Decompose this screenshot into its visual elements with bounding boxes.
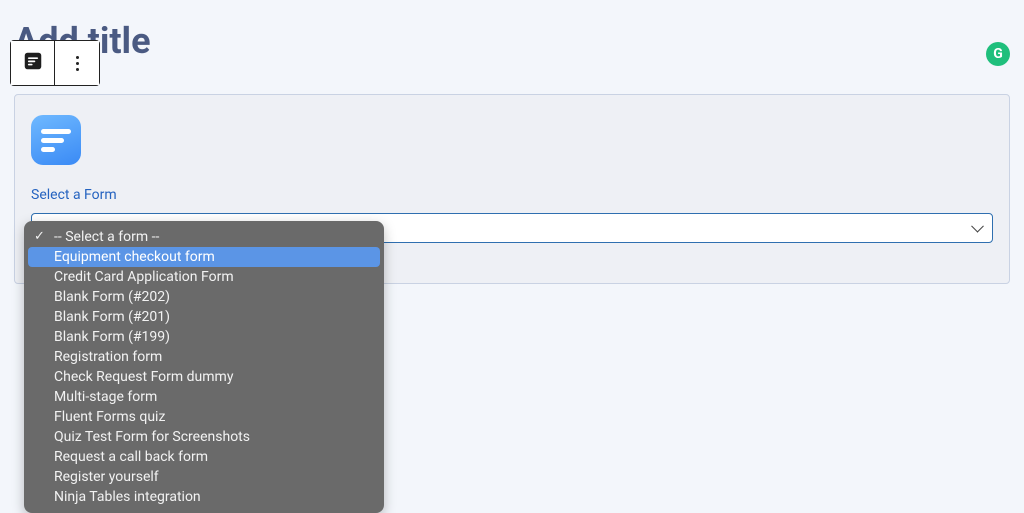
more-options-button[interactable] [55,41,99,85]
dropdown-option[interactable]: -- Select a form -- [24,227,384,247]
form-block-icon [22,50,44,76]
grammarly-badge[interactable]: G [986,42,1010,66]
dropdown-option[interactable]: Check Request Form dummy [24,367,384,387]
grammarly-icon: G [993,46,1003,62]
dropdown-option[interactable]: Credit Card Application Form [24,267,384,287]
dropdown-option[interactable]: Blank Form (#199) [24,327,384,347]
dropdown-option[interactable]: Registration form [24,347,384,367]
fluent-forms-logo [31,115,81,165]
dropdown-option[interactable]: Equipment checkout form [28,247,380,267]
form-select-dropdown: -- Select a form --Equipment checkout fo… [24,221,384,513]
dropdown-option[interactable]: Ninja Tables integration [24,487,384,507]
dropdown-option[interactable]: Blank Form (#201) [24,307,384,327]
dropdown-option[interactable]: Register yourself [24,467,384,487]
block-type-button[interactable] [11,41,55,85]
dropdown-option[interactable]: Request a call back form [24,447,384,467]
more-vertical-icon [76,56,79,71]
dropdown-option[interactable]: Multi-stage form [24,387,384,407]
dropdown-option[interactable]: Fluent Forms quiz [24,407,384,427]
block-toolbar [10,40,100,86]
dropdown-option[interactable]: Blank Form (#202) [24,287,384,307]
select-form-label: Select a Form [31,187,993,203]
dropdown-option[interactable]: Quiz Test Form for Screenshots [24,427,384,447]
